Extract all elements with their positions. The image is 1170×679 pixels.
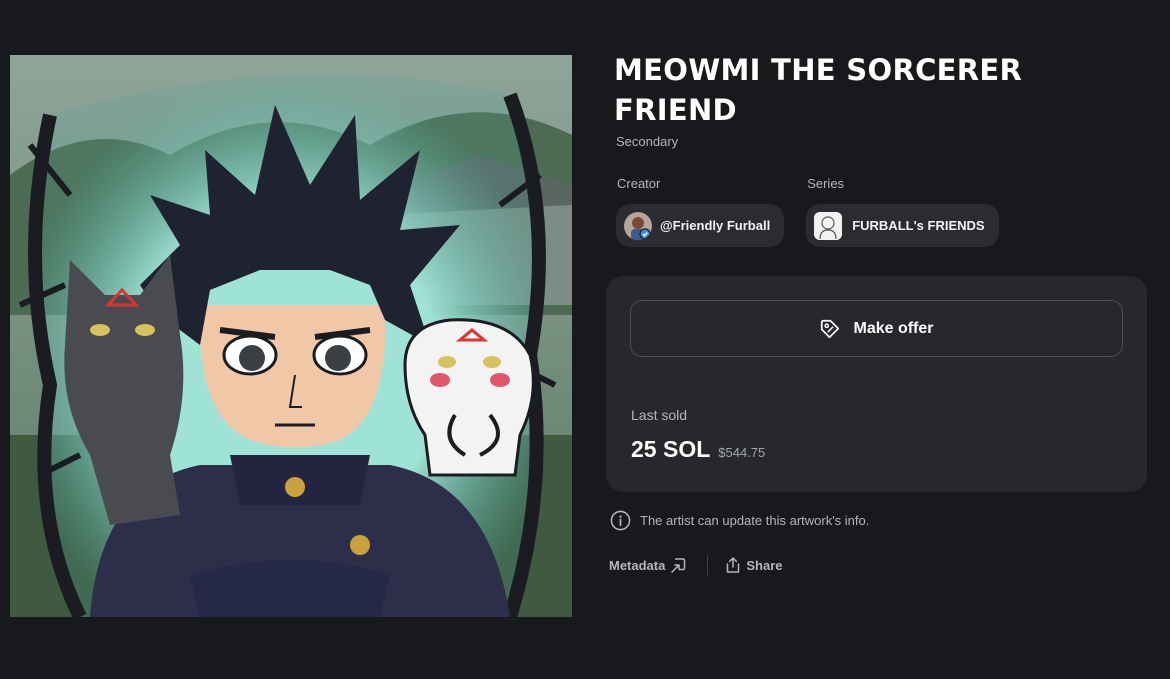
artwork-info: MEOWMI THE SORCERER FRIEND Secondary (614, 50, 1154, 149)
make-offer-label: Make offer (853, 319, 934, 337)
creator-avatar (624, 211, 652, 240)
series-thumbnail (814, 211, 843, 240)
share-label: Share (746, 557, 783, 573)
price-usd: $544.75 (718, 445, 766, 460)
price-sol: 25 SOL (631, 436, 711, 462)
metadata-link[interactable]: Metadata (609, 556, 687, 574)
share-link[interactable]: Share (724, 556, 783, 574)
info-icon (610, 510, 631, 531)
creator-label: Creator (617, 176, 661, 191)
series-label: Series (807, 176, 845, 191)
share-icon (724, 556, 742, 574)
series-section: Series FURBALL's FRIENDS (806, 176, 999, 247)
external-link-icon (669, 556, 687, 574)
artwork-title: MEOWMI THE SORCERER FRIEND (614, 53, 1023, 127)
notice-text: The artist can update this artwork's inf… (640, 513, 870, 528)
offer-panel: Make offer Last sold 25 SOL $544.75 (606, 276, 1147, 492)
creator-series-row: Creator @Friendly Furball Series FURBALL… (616, 176, 999, 247)
creator-section: Creator @Friendly Furball (616, 176, 785, 247)
artwork-image[interactable] (10, 55, 572, 617)
artist-update-notice: The artist can update this artwork's inf… (610, 510, 869, 531)
link-divider (707, 555, 709, 575)
creator-chip[interactable]: @Friendly Furball (616, 204, 785, 247)
make-offer-button[interactable]: Make offer (630, 300, 1123, 357)
edition-type: Secondary (616, 134, 679, 149)
last-sold-label: Last sold (631, 407, 688, 423)
last-sold-price: 25 SOL $544.75 (631, 436, 765, 463)
tag-icon (819, 318, 841, 340)
series-chip[interactable]: FURBALL's FRIENDS (806, 204, 999, 247)
creator-name: @Friendly Furball (660, 218, 771, 233)
metadata-label: Metadata (609, 557, 666, 573)
footer-links: Metadata Share (609, 555, 783, 575)
series-name: FURBALL's FRIENDS (852, 218, 985, 233)
